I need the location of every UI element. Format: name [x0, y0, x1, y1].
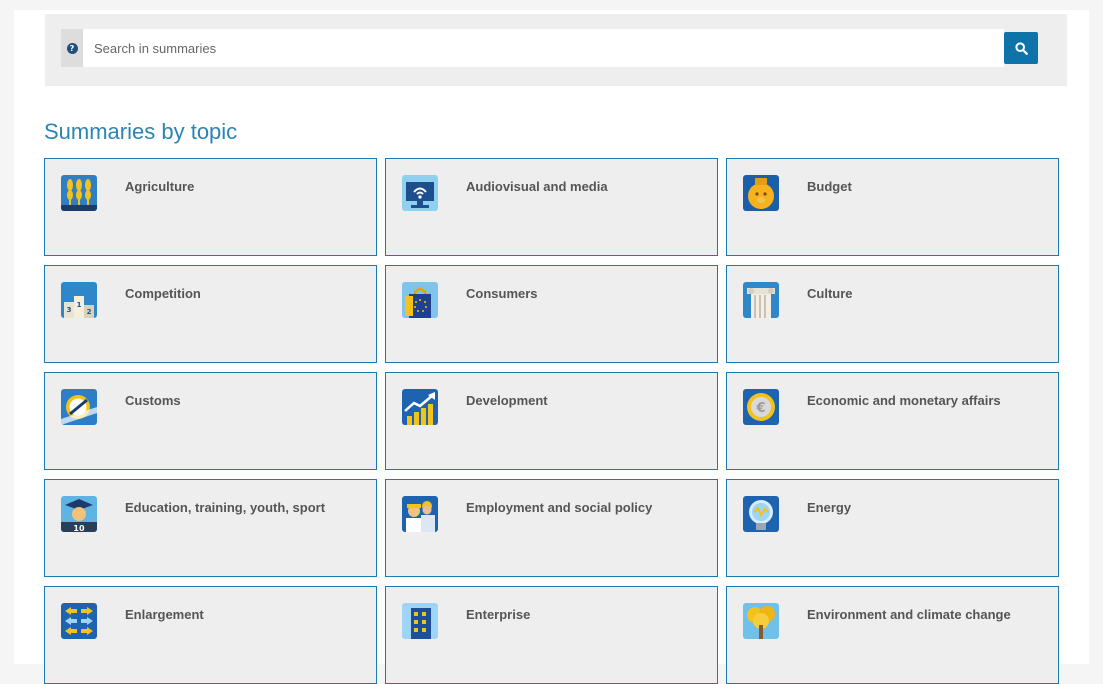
search-icon	[1014, 41, 1028, 55]
question-circle-icon[interactable]: ?	[61, 29, 83, 67]
topic-label: Consumers	[466, 286, 538, 301]
topic-tile-agriculture[interactable]: Agriculture	[44, 158, 377, 256]
topic-tile-consumers[interactable]: Consumers	[385, 265, 718, 363]
svg-text:10: 10	[73, 524, 85, 532]
search-button[interactable]	[1004, 32, 1038, 64]
topic-label: Enterprise	[466, 607, 531, 622]
topic-tile-audiovisual-and-media[interactable]: Audiovisual and media	[385, 158, 718, 256]
topic-label: Budget	[807, 179, 852, 194]
topic-tile-economic-and-monetary-affairs[interactable]: € Economic and monetary affairs	[726, 372, 1059, 470]
topic-tile-culture[interactable]: Culture	[726, 265, 1059, 363]
topic-tile-enlargement[interactable]: Enlargement	[44, 586, 377, 684]
light-bulb-icon	[743, 496, 779, 532]
topic-label: Environment and climate change	[807, 607, 1011, 622]
topic-tile-education-training-youth-sport[interactable]: 10 Education, training, youth, sport	[44, 479, 377, 577]
column-icon	[743, 282, 779, 318]
topic-tile-competition[interactable]: 3 1 2 Competition	[44, 265, 377, 363]
topic-tile-energy[interactable]: Energy	[726, 479, 1059, 577]
svg-text:2: 2	[87, 308, 92, 316]
topic-label: Agriculture	[125, 179, 195, 194]
graduate-icon: 10	[61, 496, 97, 532]
topic-tile-environment-and-climate-change[interactable]: Environment and climate change	[726, 586, 1059, 684]
piggy-bank-icon	[743, 175, 779, 211]
search-panel: ?	[45, 14, 1067, 86]
euro-coin-icon: €	[743, 389, 779, 425]
topic-label: Education, training, youth, sport	[125, 500, 326, 515]
search-input[interactable]	[83, 29, 1004, 67]
topic-tile-employment-and-social-policy[interactable]: Employment and social policy	[385, 479, 718, 577]
topic-label: Energy	[807, 500, 852, 515]
topic-label: Competition	[125, 286, 201, 301]
svg-text:1: 1	[77, 301, 82, 309]
arrows-icon	[61, 603, 97, 639]
no-entry-icon	[61, 389, 97, 425]
podium-icon: 3 1 2	[61, 282, 97, 318]
workers-icon	[402, 496, 438, 532]
topic-label: Culture	[807, 286, 853, 301]
shopping-bag-icon	[402, 282, 438, 318]
question-mark-glyph: ?	[66, 42, 78, 54]
wheat-icon	[61, 175, 97, 211]
building-icon	[402, 603, 438, 639]
topic-tile-enterprise[interactable]: Enterprise	[385, 586, 718, 684]
topic-label: Audiovisual and media	[466, 179, 608, 194]
svg-text:3: 3	[67, 306, 72, 314]
topic-label: Employment and social policy	[466, 500, 653, 515]
topics-grid: Agriculture Audiovisual and media Budget…	[44, 158, 1059, 684]
svg-text:€: €	[755, 401, 765, 416]
page: ? Summaries by topic	[14, 10, 1089, 684]
topic-label: Development	[466, 393, 548, 408]
topic-label: Enlargement	[125, 607, 204, 622]
section-title: Summaries by topic	[44, 119, 238, 144]
topic-label: Customs	[125, 393, 181, 408]
growth-chart-icon	[402, 389, 438, 425]
topic-tile-customs[interactable]: Customs	[44, 372, 377, 470]
topic-tile-development[interactable]: Development	[385, 372, 718, 470]
tree-icon	[743, 603, 779, 639]
topic-label: Economic and monetary affairs	[807, 393, 1001, 408]
monitor-wifi-icon	[402, 175, 438, 211]
topic-tile-budget[interactable]: Budget	[726, 158, 1059, 256]
